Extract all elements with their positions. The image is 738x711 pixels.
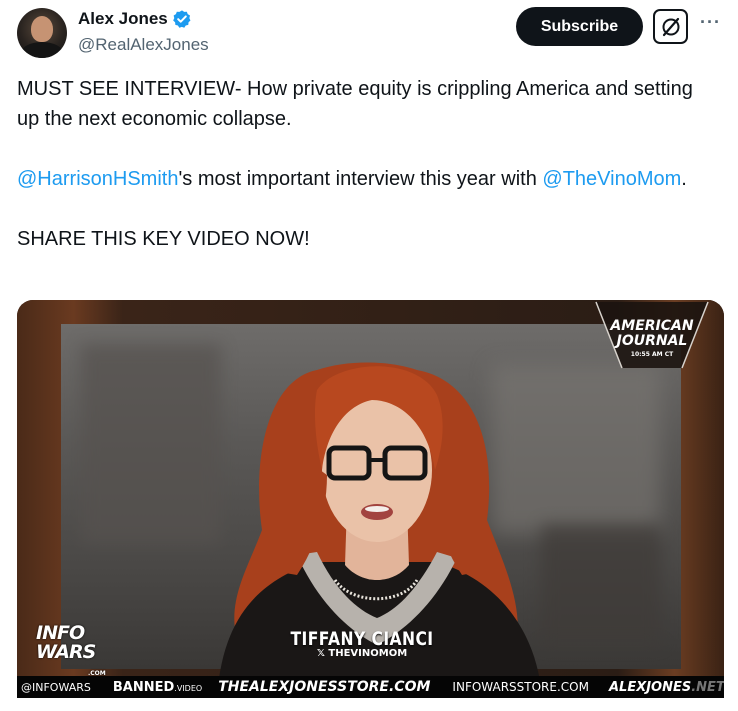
- ticker-item-banned-text: BANNED: [112, 679, 175, 695]
- ticker-item-network-text: ALEXJONES: [608, 679, 692, 695]
- tweet-text: MUST SEE INTERVIEW- How private equity i…: [17, 74, 717, 254]
- tweet-line-2: @HarrisonHSmith's most important intervi…: [17, 164, 717, 194]
- guest-name: TIFFANY CIANCI: [290, 628, 434, 650]
- network-logo-line2: WARS: [36, 641, 96, 663]
- news-ticker: @INFOWARS BANNED.VIDEO THEALEXJONESSTORE…: [17, 676, 724, 698]
- tweet-end-text: .: [681, 168, 687, 190]
- mention-link[interactable]: @TheVinoMom: [542, 168, 681, 190]
- ticker-item-infowars-store: INFOWARSSTORE.COM: [452, 680, 589, 694]
- grok-icon: [662, 17, 679, 36]
- guest-nameplate: TIFFANY CIANCI 𝕏 THEVINOMOM: [262, 628, 462, 659]
- tweet-line-3: SHARE THIS KEY VIDEO NOW!: [17, 228, 310, 250]
- grok-button[interactable]: [653, 9, 688, 44]
- avatar-shirt: [21, 42, 63, 58]
- mention-link[interactable]: @HarrisonHSmith: [17, 168, 178, 190]
- author-name[interactable]: Alex Jones: [78, 9, 168, 29]
- ticker-item-store: THEALEXJONESSTORE.COM: [218, 679, 431, 695]
- infowars-logo: INFO WARS .COM: [36, 624, 106, 678]
- ticker-item-banned-suffix: .VIDEO: [174, 683, 203, 693]
- show-title-line2: JOURNAL: [614, 333, 688, 349]
- american-journal-logo: AMERICAN JOURNAL 10:55 AM CT: [595, 301, 709, 369]
- verified-badge-icon: [172, 10, 191, 28]
- author-handle[interactable]: @RealAlexJones: [78, 35, 209, 55]
- ticker-item-network: ALEXJONES.NETWO: [609, 680, 724, 695]
- tweet-line-1: MUST SEE INTERVIEW- How private equity i…: [17, 78, 693, 130]
- ticker-item-infowars: @INFOWARS: [21, 680, 91, 694]
- show-title-line1: AMERICAN: [609, 318, 693, 334]
- author-name-row[interactable]: Alex Jones: [78, 9, 192, 29]
- ticker-item-network-suffix: .NETWO: [691, 679, 724, 695]
- show-time: 10:55 AM CT: [631, 351, 674, 358]
- avatar[interactable]: [17, 8, 67, 58]
- tweet-mid-text: 's most important interview this year wi…: [178, 168, 543, 190]
- more-icon[interactable]: ···: [700, 12, 721, 33]
- avatar-face: [31, 16, 53, 42]
- subscribe-button[interactable]: Subscribe: [516, 7, 643, 46]
- ticker-item-banned: BANNED.VIDEO: [113, 680, 202, 695]
